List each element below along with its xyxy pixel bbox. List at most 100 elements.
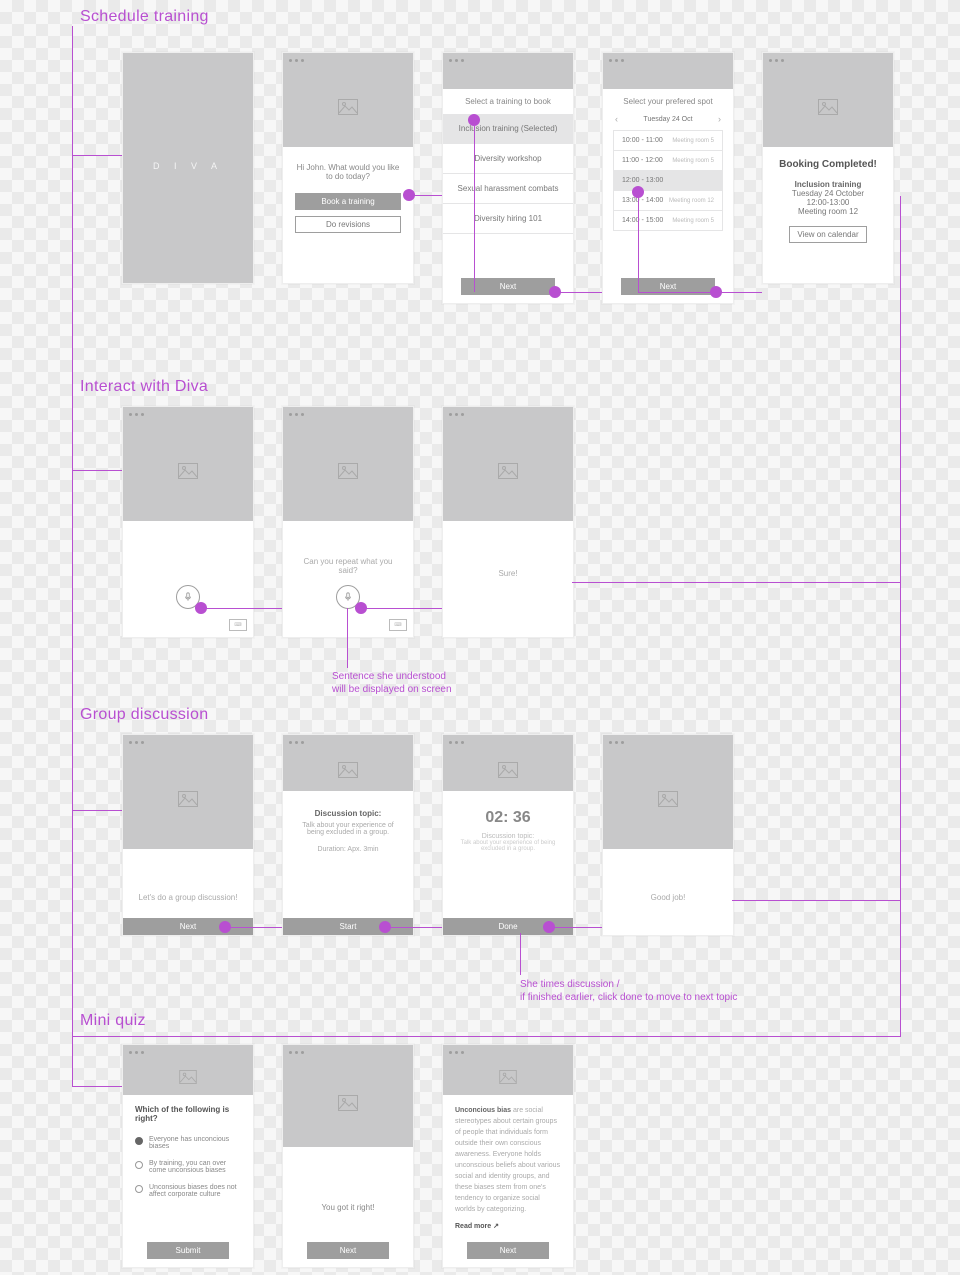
image-placeholder — [123, 421, 253, 521]
quiz-option[interactable]: Unconsious biases does not affect corpor… — [135, 1179, 241, 1203]
submit-button[interactable]: Submit — [147, 1242, 229, 1259]
chevron-left-icon[interactable]: ‹ — [615, 114, 618, 124]
booking-date: Tuesday 24 October — [771, 189, 885, 198]
microphone-icon — [183, 592, 193, 602]
do-revisions-button[interactable]: Do revisions — [295, 216, 401, 233]
user-utterance: Can you repeat what you said? — [283, 521, 413, 575]
time-slot[interactable]: 14:00 - 15:00Meeting room 5 — [613, 211, 723, 231]
quiz-correct-text: You got it right! — [283, 1147, 413, 1212]
topic-text: Talk about your experience of being excl… — [453, 840, 563, 852]
image-icon — [498, 463, 518, 479]
image-placeholder — [443, 1059, 573, 1095]
window-chrome — [123, 1045, 253, 1059]
next-button[interactable]: Next — [467, 1242, 549, 1259]
book-training-button[interactable]: Book a training — [295, 193, 401, 210]
window-chrome — [283, 1045, 413, 1059]
screen-quiz-question: Which of the following is right? Everyon… — [122, 1044, 254, 1268]
window-chrome — [443, 53, 573, 67]
image-icon — [178, 463, 198, 479]
keyboard-icon[interactable]: ⌨ — [229, 619, 247, 631]
screen-group-timer: 02: 36 Discussion topic: Talk about your… — [442, 734, 574, 936]
image-icon — [498, 762, 518, 778]
image-placeholder — [443, 421, 573, 521]
keyboard-icon[interactable]: ⌨ — [389, 619, 407, 631]
training-item[interactable]: Sexual harassment combats — [443, 174, 573, 204]
flow-dot — [195, 602, 207, 614]
image-icon — [338, 1095, 358, 1111]
section-mini-quiz: Mini quiz — [80, 1012, 146, 1030]
window-chrome — [123, 407, 253, 421]
time-slot[interactable]: 11:00 - 12:00Meeting room 5 — [613, 151, 723, 171]
group-intro-text: Let's do a group discussion! — [123, 849, 253, 902]
booking-time: 12:00-13:00 — [771, 198, 885, 207]
image-icon — [178, 791, 198, 807]
image-placeholder — [443, 749, 573, 791]
booking-training-name: Inclusion training — [771, 180, 885, 189]
training-item[interactable]: Diversity workshop — [443, 144, 573, 174]
booking-completed-title: Booking Completed! — [771, 159, 885, 170]
section-interact: Interact with Diva — [80, 378, 208, 396]
screen-interact-1: ⌨ — [122, 406, 254, 638]
image-placeholder — [603, 749, 733, 849]
image-placeholder — [283, 749, 413, 791]
definition-body: are social stereotypes about certain gro… — [455, 1107, 560, 1213]
read-more-link[interactable]: Read more — [455, 1223, 491, 1230]
screen-booking-completed: Booking Completed! Inclusion training Tu… — [762, 52, 894, 284]
logo-text: D I V A — [123, 161, 253, 171]
training-item[interactable]: Inclusion training (Selected) — [443, 114, 573, 144]
flow-dot — [549, 286, 561, 298]
next-button[interactable]: Next — [307, 1242, 389, 1259]
screen-logo: D I V A — [122, 52, 254, 284]
image-placeholder — [283, 67, 413, 147]
time-slot[interactable]: 12:00 - 13:00 — [613, 171, 723, 191]
next-button[interactable]: Next — [621, 278, 715, 295]
window-chrome — [603, 735, 733, 749]
window-chrome — [603, 53, 733, 67]
image-placeholder — [123, 749, 253, 849]
definition-term: Unconcious bias — [455, 1107, 511, 1114]
flow-dot — [468, 114, 480, 126]
flow-dot — [403, 189, 415, 201]
image-icon — [179, 1070, 197, 1084]
image-placeholder — [603, 67, 733, 89]
caption-timer-note: She times discussion / if finished earli… — [520, 978, 737, 1004]
greeting-text: Hi John. What would you like to do today… — [283, 147, 413, 187]
window-chrome — [283, 407, 413, 421]
flow-dot — [379, 921, 391, 933]
chevron-right-icon[interactable]: › — [718, 114, 721, 124]
window-chrome — [283, 735, 413, 749]
screen-group-goodjob: Good job! — [602, 734, 734, 936]
window-chrome — [443, 407, 573, 421]
topic-text: Talk about your experience of being excl… — [293, 818, 403, 836]
section-schedule-training: Schedule training — [80, 8, 209, 26]
next-button[interactable]: Next — [461, 278, 555, 295]
start-button[interactable]: Start — [283, 918, 413, 935]
quiz-option[interactable]: By training, you can over come unconsiou… — [135, 1155, 241, 1179]
flow-dot — [355, 602, 367, 614]
next-button[interactable]: Next — [123, 918, 253, 935]
time-slot[interactable]: 10:00 - 11:00Meeting room 5 — [613, 130, 723, 151]
time-slot[interactable]: 13:00 - 14:00Meeting room 12 — [613, 191, 723, 211]
image-placeholder — [283, 1059, 413, 1147]
training-item[interactable]: Diversity hiring 101 — [443, 204, 573, 234]
timer-text: 02: 36 — [453, 809, 563, 827]
screen-group-topic: Discussion topic: Talk about your experi… — [282, 734, 414, 936]
select-spot-title: Select your prefered spot — [603, 89, 733, 114]
view-on-calendar-button[interactable]: View on calendar — [789, 226, 867, 243]
caption-understood: Sentence she understood will be displaye… — [332, 670, 452, 696]
flow-dot — [632, 186, 644, 198]
image-icon — [338, 99, 358, 115]
screen-interact-2: Can you repeat what you said? ⌨ — [282, 406, 414, 638]
image-placeholder — [283, 421, 413, 521]
quiz-option[interactable]: Everyone has unconcious biases — [135, 1131, 241, 1155]
window-chrome — [283, 53, 413, 67]
flow-dot — [543, 921, 555, 933]
screen-group-intro: Let's do a group discussion! Next — [122, 734, 254, 936]
duration-text: Duration: Apx. 3min — [293, 836, 403, 853]
date-label: Tuesday 24 Oct — [643, 116, 692, 123]
screen-quiz-definition: Unconcious bias are social stereotypes a… — [442, 1044, 574, 1268]
topic-label: Discussion topic: — [293, 809, 403, 818]
image-icon — [499, 1070, 517, 1084]
image-placeholder — [443, 67, 573, 89]
flow-dot — [219, 921, 231, 933]
